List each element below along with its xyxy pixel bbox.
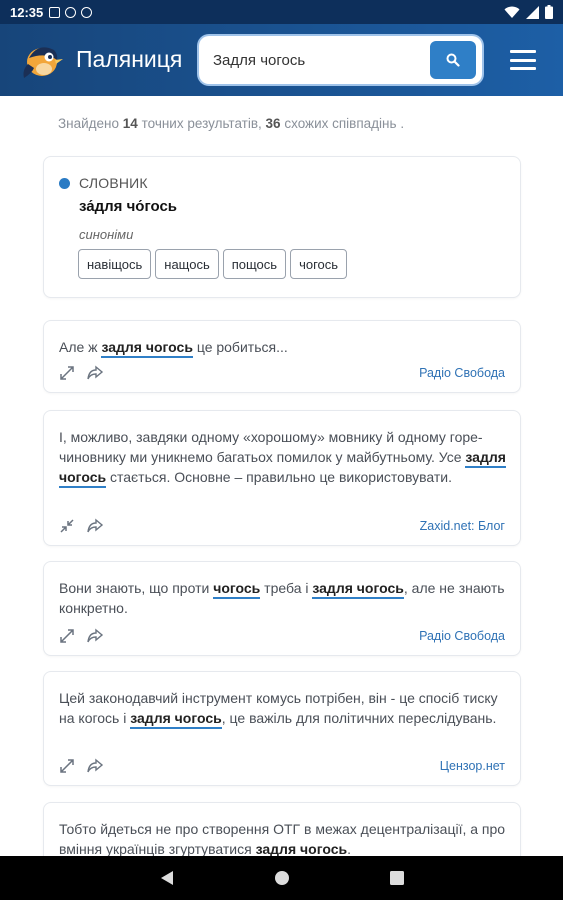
expand-icon[interactable] [58,757,76,775]
share-icon[interactable] [86,517,104,535]
exact-count: 14 [122,116,138,131]
app-header: Паляниця [0,24,563,96]
menu-bar-icon [510,50,536,53]
battery-icon [545,5,553,19]
home-icon[interactable] [274,870,290,886]
example-quote: Цей законодавчий інструмент комусь потрі… [59,688,507,729]
dictionary-dot-icon [59,178,70,189]
synonym-chip[interactable]: пощось [222,249,287,279]
example-card: Цей законодавчий інструмент комусь потрі… [43,671,521,786]
dictionary-label: СЛОВНИК [79,175,148,191]
wifi-icon [504,6,520,18]
notification-p-icon [65,6,77,18]
quote-text: це робиться... [192,339,288,355]
results-suffix: . [400,116,405,131]
quote-text: Вони знають, що проти [59,580,214,596]
share-icon[interactable] [86,757,104,775]
app-title[interactable]: Паляниця [76,46,182,73]
dictionary-word: за́для чо́гось [79,198,178,215]
quote-text: І, можливо, завдяки одному «хорошому» мо… [59,429,483,465]
highlighted-phrase[interactable]: задля чогось [101,339,193,358]
menu-bar-icon [510,67,536,70]
highlighted-phrase[interactable]: задля чогось [312,580,404,599]
example-quote: Вони знають, що проти чогось треба і зад… [59,578,507,618]
highlighted-phrase[interactable]: задля чогось [256,841,348,856]
search-box [199,36,482,84]
bird-logo-icon[interactable] [20,40,64,80]
example-card: І, можливо, завдяки одному «хорошому» мо… [43,410,521,546]
quote-text: . [347,841,351,856]
quote-text: Але ж [59,339,102,355]
quote-text: стається. Основне – правильно це викорис… [106,469,452,485]
example-quote: І, можливо, завдяки одному «хорошому» мо… [59,427,507,488]
back-icon[interactable] [160,870,174,886]
source-link[interactable]: Zaxid.net: Блог [420,519,505,533]
highlighted-phrase[interactable]: задля чогось [130,710,222,729]
source-link[interactable]: Радіо Свобода [419,629,505,643]
dictionary-card: СЛОВНИК за́для чо́гось синоніми навіщось… [43,156,521,298]
exact-text: точних результатів, [141,116,262,131]
menu-bar-icon [510,58,536,62]
synonyms-label: синоніми [79,227,134,242]
results-summary: Знайдено 14 точних результатів, 36 схожи… [58,116,404,131]
source-link[interactable]: Радіо Свобода [419,366,505,380]
recents-icon[interactable] [389,871,404,885]
results-prefix: Знайдено [58,116,120,131]
quote-text: треба і [260,580,313,596]
similar-text: схожих співпадінь [284,116,397,131]
highlighted-phrase[interactable]: чогось [213,580,261,599]
synonym-chip[interactable]: нащось [155,249,219,279]
system-nav-bar [0,856,563,900]
synonym-chip[interactable]: навіщось [78,249,152,279]
expand-icon[interactable] [58,364,76,382]
search-icon [446,53,460,67]
search-button[interactable] [430,41,476,79]
status-bar: 12:35 [0,0,563,24]
synonym-chip[interactable]: чогось [290,249,348,279]
share-icon[interactable] [86,627,104,645]
example-card: Але ж задля чогось це робиться... Радіо … [43,320,521,393]
similar-count: 36 [265,116,281,131]
collapse-icon[interactable] [58,517,76,535]
status-time: 12:35 [10,4,44,20]
example-card: Вони знають, що проти чогось треба і зад… [43,561,521,656]
example-card: Тобто йдеться не про створення ОТГ в меж… [43,802,521,856]
notification-square-icon [49,6,61,18]
signal-icon [526,5,539,19]
share-icon[interactable] [86,364,104,382]
synonyms-list: навіщось нащось пощось чогось [78,249,348,279]
search-input[interactable] [213,48,423,72]
results-content[interactable]: Знайдено 14 точних результатів, 36 схожи… [0,96,563,856]
menu-button[interactable] [510,50,536,70]
example-quote: Але ж задля чогось це робиться... [59,337,507,358]
source-link[interactable]: Цензор.нет [440,759,505,773]
quote-text: , це важіль для політичних переслідувань… [221,710,497,726]
expand-icon[interactable] [58,627,76,645]
notification-circle-icon [81,6,93,18]
example-quote: Тобто йдеться не про створення ОТГ в меж… [59,819,507,856]
